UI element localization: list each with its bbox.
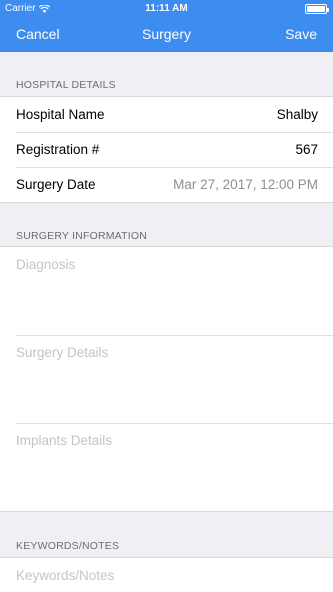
hospital-name-row[interactable]: Hospital Name Shalby (0, 97, 333, 132)
surgery-date-value: Mar 27, 2017, 12:00 PM (173, 177, 318, 192)
hospital-details-group: Hospital Name Shalby Registration # 567 … (0, 96, 333, 203)
surgery-details-field[interactable]: Surgery Details (0, 335, 333, 423)
section-header-surgery-information: SURGERY INFORMATION (16, 230, 147, 242)
hospital-name-value: Shalby (276, 107, 318, 122)
implants-details-field[interactable]: Implants Details (0, 423, 333, 511)
diagnosis-field[interactable]: Diagnosis (0, 247, 333, 335)
surgery-date-label: Surgery Date (16, 177, 96, 192)
save-button[interactable]: Save (285, 26, 317, 42)
navigation-bar: Cancel Surgery Save (0, 20, 333, 50)
battery-icon (305, 4, 329, 14)
hospital-name-label: Hospital Name (16, 107, 105, 122)
surgery-date-row[interactable]: Surgery Date Mar 27, 2017, 12:00 PM (0, 167, 333, 202)
top-bar: Carrier 11:11 AM Cancel Surgery Save (0, 0, 333, 52)
registration-number-value: 567 (295, 142, 318, 157)
surgery-information-group: Diagnosis Surgery Details Implants Detai… (0, 246, 333, 512)
status-bar: Carrier 11:11 AM (0, 0, 333, 18)
section-header-hospital-details: HOSPITAL DETAILS (16, 79, 116, 91)
registration-number-label: Registration # (16, 142, 100, 157)
status-time: 11:11 AM (145, 3, 188, 14)
battery-level (307, 6, 325, 12)
registration-number-row[interactable]: Registration # 567 (0, 132, 333, 167)
keywords-notes-field[interactable]: Keywords/Notes (0, 557, 333, 592)
page-title: Surgery (141, 26, 192, 42)
section-header-keywords-notes: KEYWORDS/NOTES (16, 540, 120, 552)
